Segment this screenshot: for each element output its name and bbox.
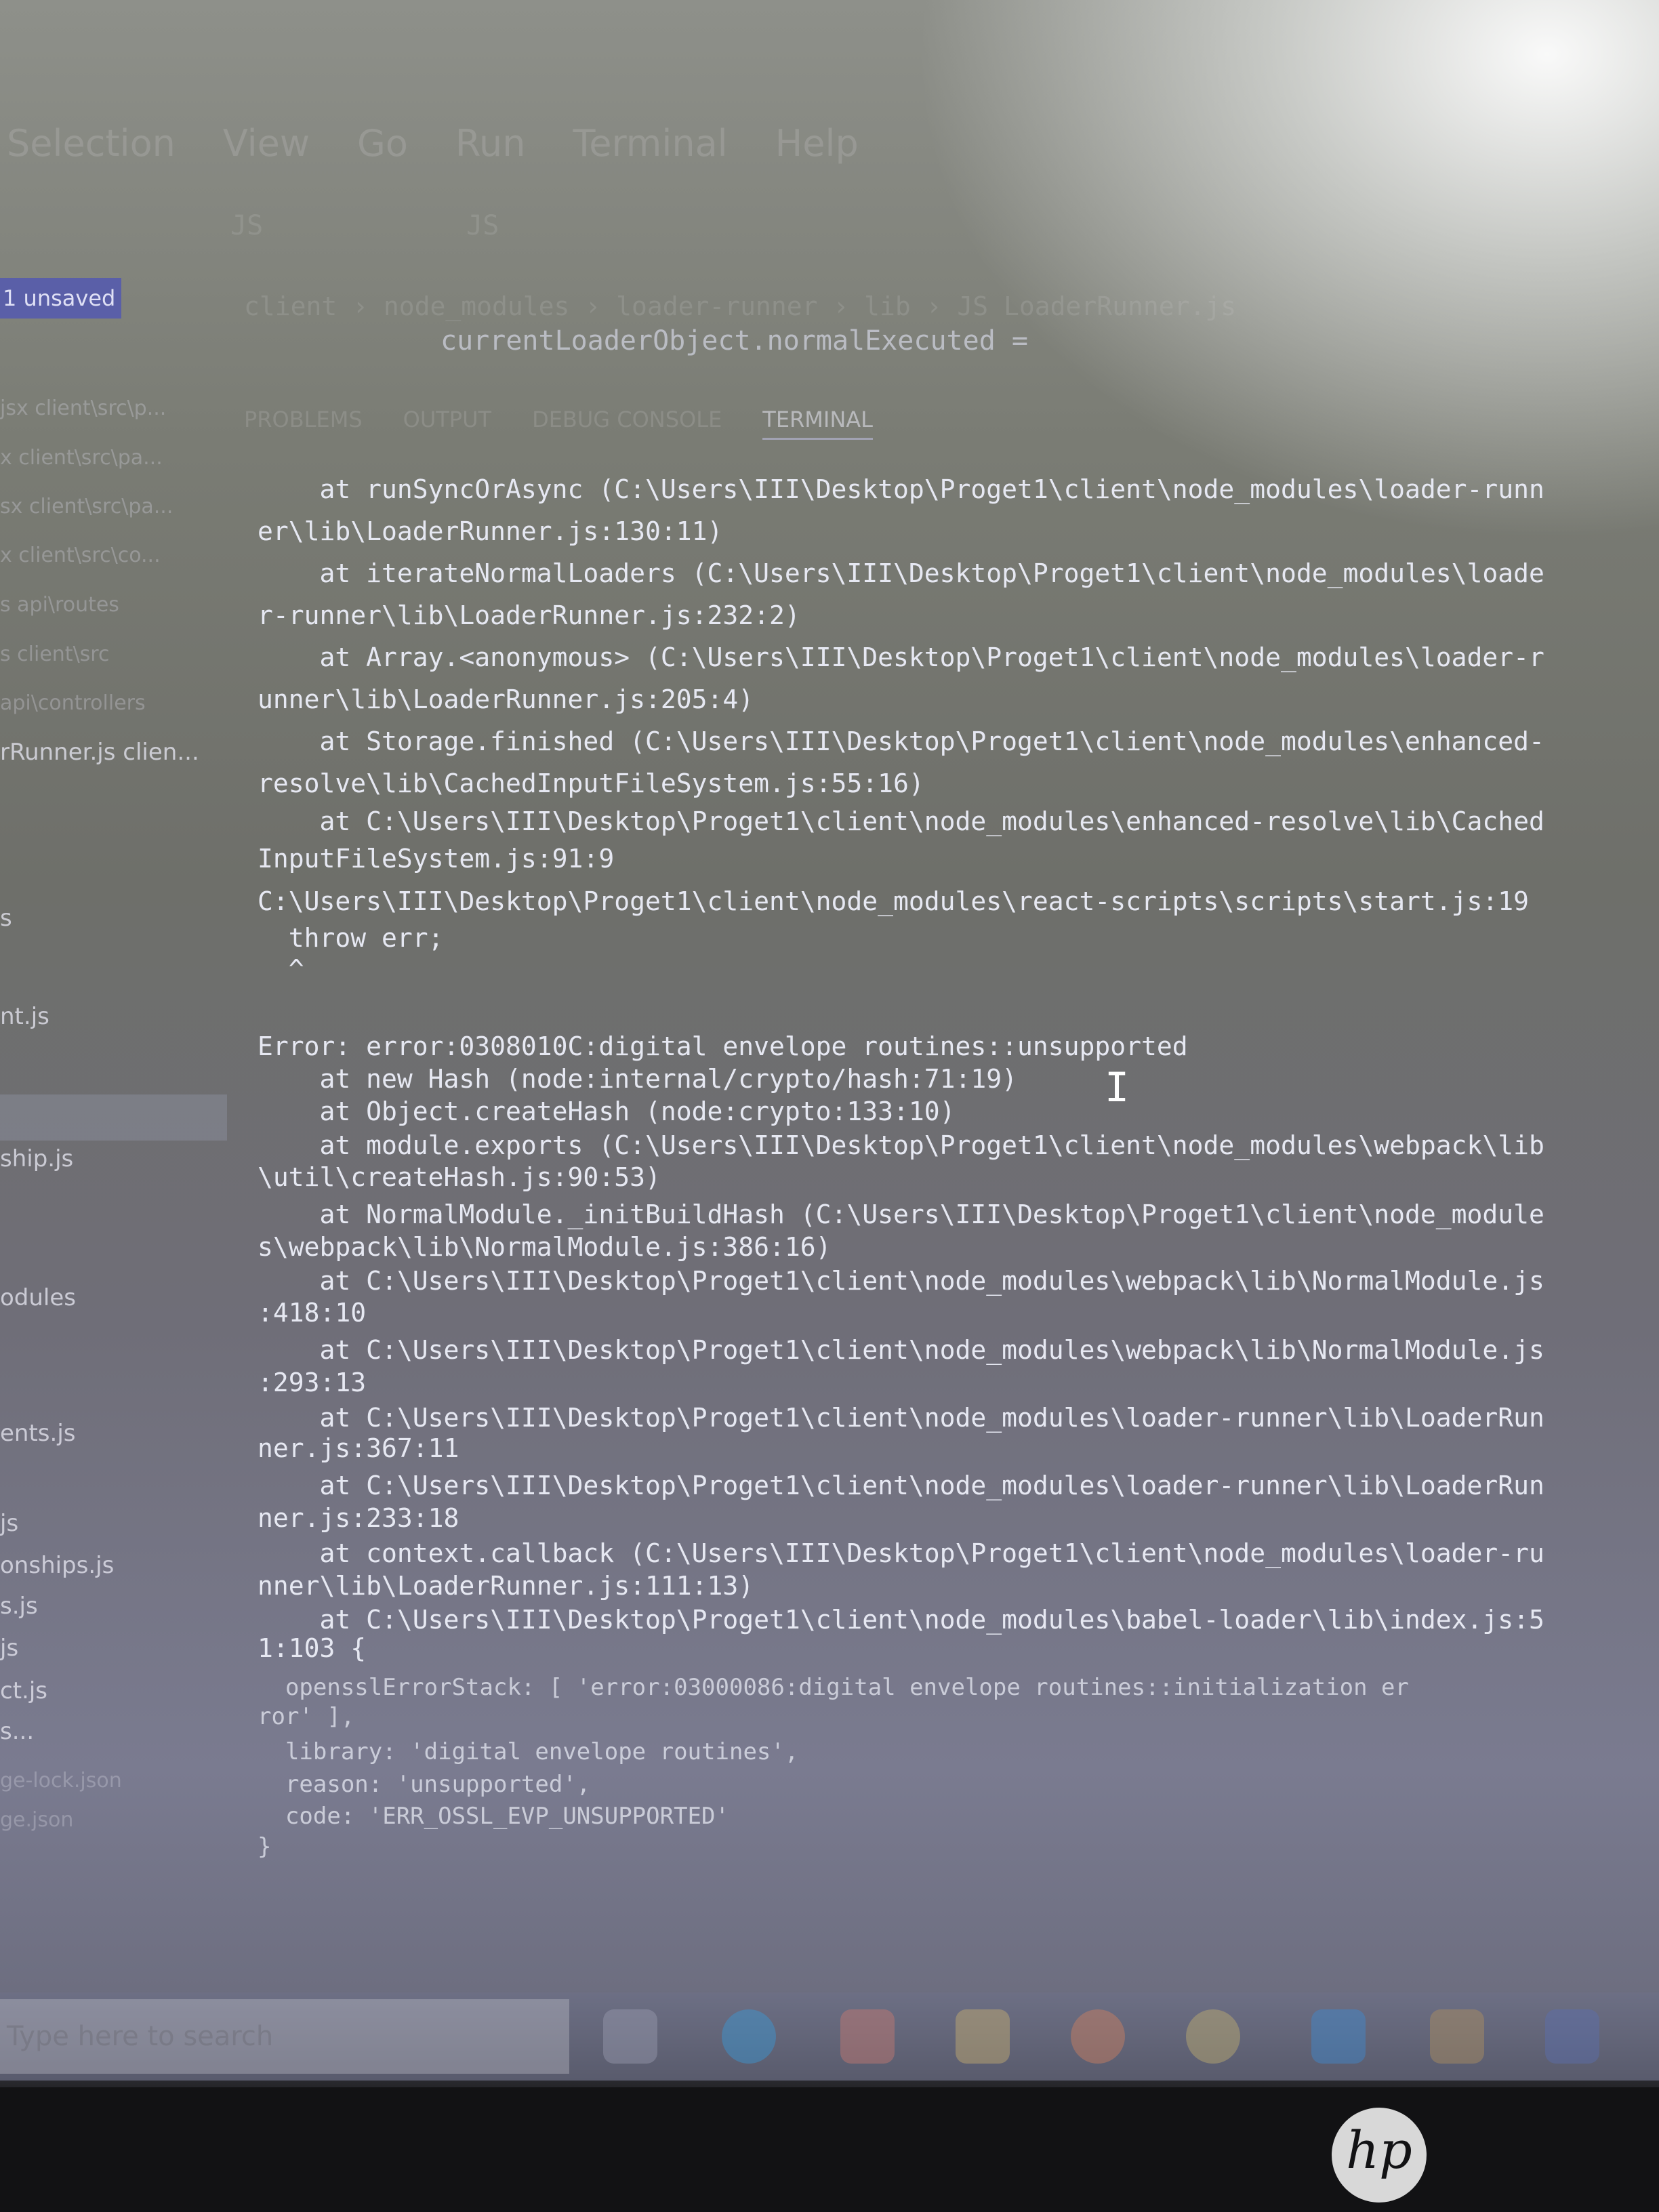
panel-tabs: PROBLEMS OUTPUT DEBUG CONSOLE TERMINAL <box>244 407 873 440</box>
file-item[interactable]: nt.js <box>0 1003 49 1030</box>
tab-terminal[interactable]: TERMINAL <box>762 407 873 440</box>
file-item[interactable]: ge.json <box>0 1808 73 1832</box>
terminal-line: at Storage.finished (C:\Users\III\Deskto… <box>258 726 1544 756</box>
terminal-line: :293:13 <box>258 1368 367 1397</box>
open-editor-item[interactable]: jsx client\src\p... <box>0 396 166 420</box>
open-editor-item[interactable]: s api\routes <box>0 593 119 617</box>
menubar: Selection View Go Run Terminal Help <box>0 122 859 165</box>
terminal-line: at context.callback (C:\Users\III\Deskto… <box>258 1538 1544 1568</box>
open-editor-item[interactable]: x client\src\co... <box>0 544 161 567</box>
brave-icon[interactable] <box>840 2009 895 2064</box>
file-item[interactable]: ge-lock.json <box>0 1769 122 1793</box>
file-explorer-icon[interactable] <box>956 2009 1010 2064</box>
terminal-line: at Array.<anonymous> (C:\Users\III\Deskt… <box>258 642 1544 672</box>
terminal-line: at module.exports (C:\Users\III\Desktop\… <box>258 1130 1544 1160</box>
terminal-line: at C:\Users\III\Desktop\Proget1\client\n… <box>258 1471 1544 1500</box>
terminal-line: at NormalModule._initBuildHash (C:\Users… <box>258 1200 1544 1229</box>
editor-tab[interactable]: JS <box>466 210 499 241</box>
terminal-line: ^ <box>258 954 304 984</box>
terminal-line: 1:103 { <box>258 1633 367 1663</box>
editor-tabs: JS JS <box>230 210 499 241</box>
menu-go[interactable]: Go <box>357 122 408 165</box>
open-editor-item[interactable]: api\controllers <box>0 691 146 715</box>
edge-icon[interactable] <box>722 2009 776 2064</box>
open-editor-item[interactable]: sx client\src\pa... <box>0 495 173 518</box>
terminal-line: C:\Users\III\Desktop\Proget1\client\node… <box>258 886 1529 916</box>
breadcrumb[interactable]: client › node_modules › loader-runner › … <box>244 291 1236 321</box>
terminal-line: at C:\Users\III\Desktop\Proget1\client\n… <box>258 806 1544 836</box>
terminal-line: Error: error:0308010C:digital envelope r… <box>258 1031 1188 1061</box>
taskbar: Type here to search <box>0 1992 1659 2081</box>
chrome-icon[interactable] <box>1186 2009 1240 2064</box>
terminal-line: unner\lib\LoaderRunner.js:205:4) <box>258 684 754 714</box>
menu-help[interactable]: Help <box>775 122 859 165</box>
file-item[interactable]: s... <box>0 1718 34 1745</box>
file-item[interactable]: js <box>0 1510 18 1537</box>
tab-output[interactable]: OUTPUT <box>403 407 491 440</box>
file-item[interactable]: js <box>0 1635 18 1662</box>
editor-code-line: currentLoaderObject.normalExecuted = <box>441 325 1028 356</box>
file-item[interactable]: s <box>0 905 12 932</box>
terminal-line: at C:\Users\III\Desktop\Proget1\client\n… <box>258 1335 1544 1365</box>
file-item[interactable]: ents.js <box>0 1420 75 1447</box>
tab-debug-console[interactable]: DEBUG CONSOLE <box>532 407 722 440</box>
explorer-sidebar: 1 unsaved jsx client\src\p... x client\s… <box>0 271 227 1979</box>
terminal-line: InputFileSystem.js:91:9 <box>258 844 615 874</box>
terminal-line: library: 'digital envelope routines', <box>258 1738 799 1765</box>
menu-selection[interactable]: Selection <box>7 122 176 165</box>
task-view-icon[interactable] <box>603 2009 657 2064</box>
text-cursor-icon: I <box>1105 1064 1130 1111</box>
vscode-icon[interactable] <box>1311 2009 1366 2064</box>
terminal-line: throw err; <box>258 923 444 953</box>
terminal-line: :418:10 <box>258 1298 367 1328</box>
terminal-line: } <box>258 1833 272 1860</box>
open-editor-item[interactable]: rRunner.js clien... <box>0 739 199 766</box>
menu-view[interactable]: View <box>223 122 310 165</box>
terminal-line: at iterateNormalLoaders (C:\Users\III\De… <box>258 558 1544 588</box>
terminal-line: ner.js:367:11 <box>258 1433 459 1463</box>
terminal-line: s\webpack\lib\NormalModule.js:386:16) <box>258 1232 832 1262</box>
file-item[interactable]: ship.js <box>0 1145 73 1172</box>
open-editor-item[interactable]: s client\src <box>0 642 109 666</box>
unsaved-badge: 1 unsaved <box>0 278 121 319</box>
app-icon-2[interactable] <box>1545 2009 1599 2064</box>
open-editor-item[interactable]: x client\src\pa... <box>0 446 163 470</box>
terminal-line: er\lib\LoaderRunner.js:130:11) <box>258 516 723 546</box>
file-item[interactable]: onships.js <box>0 1552 114 1579</box>
terminal-line: at C:\Users\III\Desktop\Proget1\client\n… <box>258 1266 1544 1296</box>
terminal-line: at runSyncOrAsync (C:\Users\III\Desktop\… <box>258 474 1544 504</box>
selected-row[interactable] <box>0 1094 227 1141</box>
terminal-line: ror' ], <box>258 1703 355 1730</box>
file-item[interactable]: s.js <box>0 1593 38 1620</box>
terminal-line: resolve\lib\CachedInputFileSystem.js:55:… <box>258 769 924 798</box>
terminal-line: nner\lib\LoaderRunner.js:111:13) <box>258 1571 754 1601</box>
terminal-line: r-runner\lib\LoaderRunner.js:232:2) <box>258 600 800 630</box>
app-icon[interactable] <box>1430 2009 1484 2064</box>
editor-tab[interactable]: JS <box>230 210 263 241</box>
terminal-line: at C:\Users\III\Desktop\Proget1\client\n… <box>258 1403 1544 1433</box>
firefox-icon[interactable] <box>1071 2009 1125 2064</box>
terminal-line: at new Hash (node:internal/crypto/hash:7… <box>258 1064 1018 1094</box>
terminal-line: ner.js:233:18 <box>258 1503 459 1533</box>
tab-problems[interactable]: PROBLEMS <box>244 407 363 440</box>
file-item[interactable]: ct.js <box>0 1677 47 1704</box>
terminal-line: at Object.createHash (node:crypto:133:10… <box>258 1097 956 1126</box>
taskbar-search-input[interactable]: Type here to search <box>0 1999 569 2074</box>
menu-terminal[interactable]: Terminal <box>573 122 727 165</box>
terminal-line: \util\createHash.js:90:53) <box>258 1162 661 1192</box>
file-item[interactable]: odules <box>0 1284 76 1311</box>
screen-glare <box>914 0 1659 542</box>
hp-logo: hp <box>1332 2108 1427 2203</box>
terminal-line: opensslErrorStack: [ 'error:03000086:dig… <box>258 1674 1409 1701</box>
terminal-line: code: 'ERR_OSSL_EVP_UNSUPPORTED' <box>258 1803 729 1830</box>
terminal-line: reason: 'unsupported', <box>258 1771 591 1798</box>
menu-run[interactable]: Run <box>455 122 526 165</box>
terminal-line: at C:\Users\III\Desktop\Proget1\client\n… <box>258 1605 1544 1635</box>
